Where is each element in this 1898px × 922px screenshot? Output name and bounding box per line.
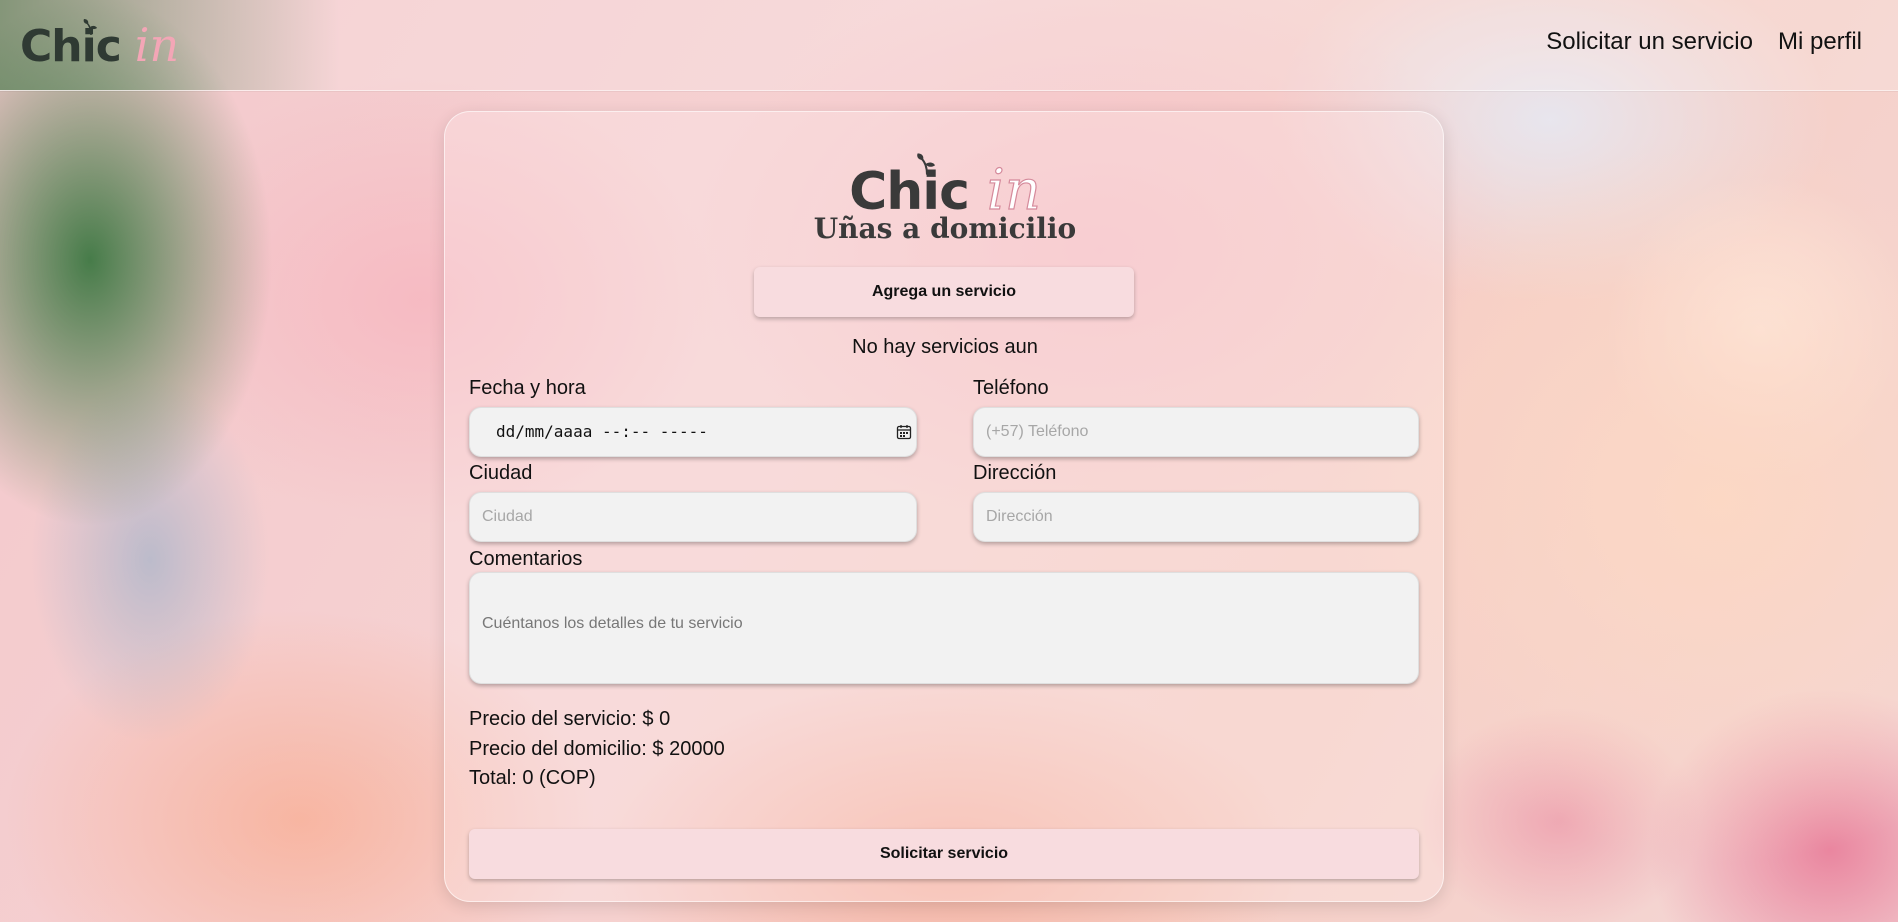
brand-logo-accent: in [134,18,180,72]
total-text: Total: 0 (COP) [469,767,596,789]
precio-servicio-text: Precio del servicio: $ 0 [469,708,671,730]
comentarios-label: Comentarios [469,548,583,570]
nav-mi-perfil[interactable]: Mi perfil [1778,28,1862,56]
no-services-message: No hay servicios aun [852,336,1038,358]
ciudad-label: Ciudad [469,462,533,484]
top-navbar: Chic in Solicitar un servicio Mi perfil [0,0,1898,91]
direccion-input[interactable] [973,492,1419,542]
fecha-hora-label: Fecha y hora [469,377,586,399]
precio-domicilio-text: Precio del domicilio: $ 20000 [469,738,725,760]
direccion-label: Dirección [973,462,1057,484]
comentarios-textarea[interactable] [469,572,1419,684]
main-nav: Solicitar un servicio Mi perfil [1546,28,1862,56]
sprout-icon [83,19,97,36]
sprout-icon [917,153,936,175]
add-service-button[interactable]: Agrega un servicio [754,267,1134,317]
fecha-hora-value: dd/mm/aaaa --:-- ----- [496,422,708,441]
telefono-input[interactable] [973,407,1419,457]
fecha-hora-input[interactable]: dd/mm/aaaa --:-- ----- [469,407,917,457]
brand-logo[interactable]: Chic in [20,18,179,74]
brand-logo-main: Chic [20,21,122,72]
ciudad-input[interactable] [469,492,917,542]
calendar-icon[interactable] [896,424,912,440]
nav-solicitar-servicio[interactable]: Solicitar un servicio [1546,28,1753,56]
service-request-card: Chic in Uñas a domicilio Agrega un servi… [444,111,1444,902]
solicitar-servicio-button[interactable]: Solicitar servicio [469,829,1419,879]
telefono-label: Teléfono [973,377,1049,399]
card-tagline: Uñas a domicilio [813,212,1077,245]
